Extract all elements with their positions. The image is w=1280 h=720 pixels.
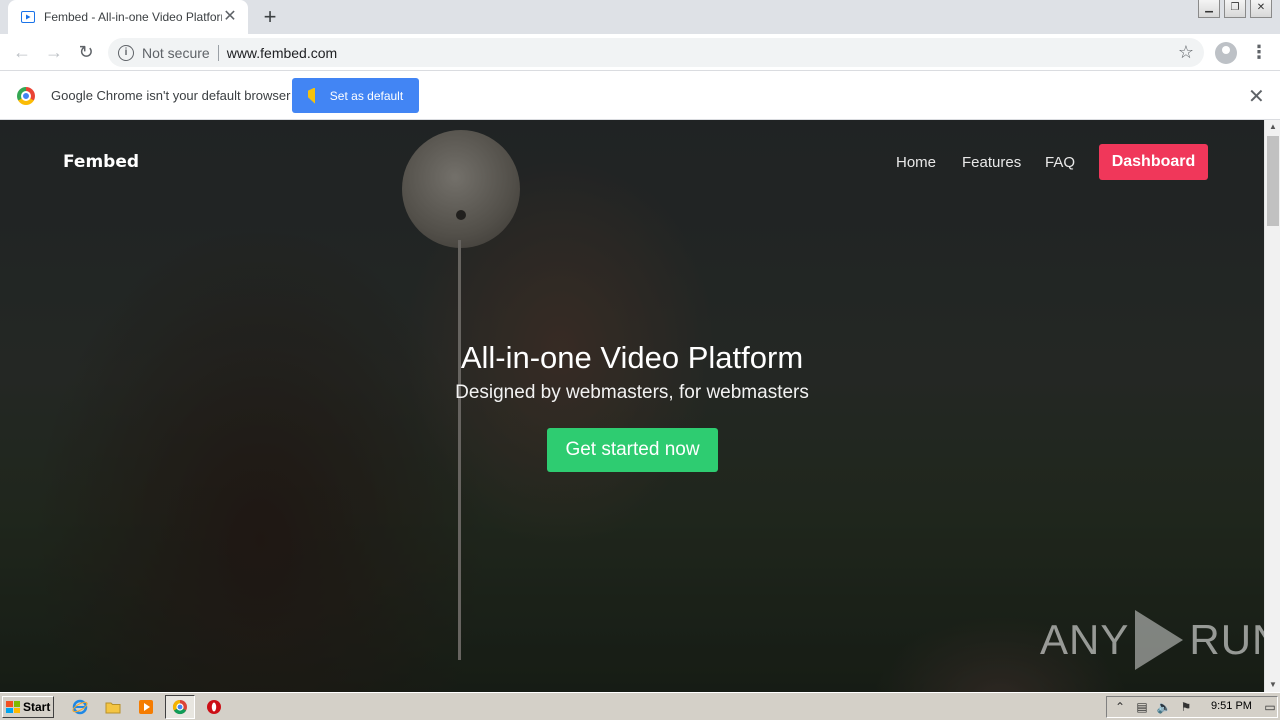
forward-arrow-icon[interactable]: →: [38, 36, 70, 68]
anyrun-watermark: ANY RUN: [1040, 610, 1264, 670]
start-label: Start: [23, 700, 51, 714]
hero-title: All-in-one Video Platform: [460, 340, 804, 375]
volume-icon[interactable]: 🔈: [1155, 699, 1173, 715]
chrome-logo-icon: [17, 87, 35, 105]
page-scrollbar[interactable]: ▲ ▼: [1264, 120, 1280, 692]
back-arrow-icon[interactable]: ←: [6, 36, 38, 68]
menu-kebab-icon[interactable]: ⋮: [1250, 41, 1268, 63]
address-bar[interactable]: i Not secure www.fembed.com ☆: [108, 38, 1204, 67]
folder-icon[interactable]: [104, 698, 122, 716]
bookmark-star-icon[interactable]: ☆: [1178, 42, 1194, 63]
chrome-icon[interactable]: [171, 698, 189, 716]
close-window-button[interactable]: ✕: [1250, 0, 1272, 18]
hero-subtitle: Designed by webmasters, for webmasters: [455, 382, 809, 403]
window-controls: ▁ ❐ ✕: [1198, 0, 1272, 18]
set-as-default-label: Set as default: [329, 88, 404, 103]
dashboard-button[interactable]: Dashboard: [1099, 144, 1208, 180]
video-favicon-icon: [20, 9, 36, 25]
watermark-left: ANY: [1040, 616, 1130, 663]
hero-overlay: [0, 120, 1264, 692]
tab-strip: Fembed - All-in-one Video Platform ✕ + ▁…: [0, 0, 1280, 34]
scroll-up-arrow-icon[interactable]: ▲: [1265, 120, 1280, 134]
infobar-close-icon[interactable]: ✕: [1248, 84, 1265, 109]
scroll-down-arrow-icon[interactable]: ▼: [1265, 678, 1280, 692]
site-logo[interactable]: Fembed: [63, 152, 139, 172]
shield-icon: [307, 87, 322, 104]
minimize-button[interactable]: ▁: [1198, 0, 1220, 18]
tab-title: Fembed - All-in-one Video Platform: [44, 10, 222, 24]
play-triangle-icon: [1135, 610, 1184, 670]
info-icon[interactable]: i: [118, 44, 134, 61]
show-desktop-icon[interactable]: ▭: [1261, 699, 1279, 715]
media-player-icon[interactable]: [137, 698, 155, 716]
default-browser-infobar: Google Chrome isn't your default browser…: [0, 72, 1280, 120]
opera-icon[interactable]: [205, 698, 223, 716]
infobar-message: Google Chrome isn't your default browser: [51, 88, 291, 103]
security-label: Not secure: [142, 44, 210, 61]
browser-toolbar: ← → ↻ i Not secure www.fembed.com ☆: [0, 34, 1280, 71]
internet-explorer-icon[interactable]: [71, 698, 89, 716]
tab-close-icon[interactable]: ✕: [222, 9, 238, 25]
start-button[interactable]: Start: [2, 696, 54, 718]
profile-avatar-icon[interactable]: [1215, 42, 1237, 64]
get-started-button[interactable]: Get started now: [547, 428, 718, 472]
set-as-default-button[interactable]: Set as default: [292, 78, 419, 113]
system-tray: ⌃ ▤ 🔈 ⚑ 9:51 PM ▭: [1106, 696, 1278, 718]
nav-faq[interactable]: FAQ: [1045, 154, 1075, 171]
url-text[interactable]: www.fembed.com: [227, 45, 337, 61]
watermark-right: RUN: [1189, 616, 1264, 663]
network-icon[interactable]: ▤: [1133, 699, 1151, 715]
windows-taskbar: Start ⌃ ▤ 🔈 ⚑ 9:51 PM ▭: [0, 692, 1280, 720]
tray-expand-icon[interactable]: ⌃: [1111, 699, 1129, 715]
scrollbar-thumb[interactable]: [1267, 136, 1279, 226]
browser-tab[interactable]: Fembed - All-in-one Video Platform ✕: [8, 0, 248, 34]
new-tab-button[interactable]: +: [258, 6, 282, 28]
nav-home[interactable]: Home: [896, 154, 936, 171]
nav-features[interactable]: Features: [962, 154, 1021, 171]
windows-logo-icon: [6, 701, 20, 713]
url-divider: [217, 44, 219, 61]
reload-icon[interactable]: ↻: [70, 36, 102, 68]
page-viewport: Fembed Home Features FAQ Dashboard All-i…: [0, 120, 1264, 692]
taskbar-clock[interactable]: 9:51 PM: [1211, 700, 1252, 712]
maximize-button[interactable]: ❐: [1224, 0, 1246, 18]
action-center-flag-icon[interactable]: ⚑: [1177, 699, 1195, 715]
